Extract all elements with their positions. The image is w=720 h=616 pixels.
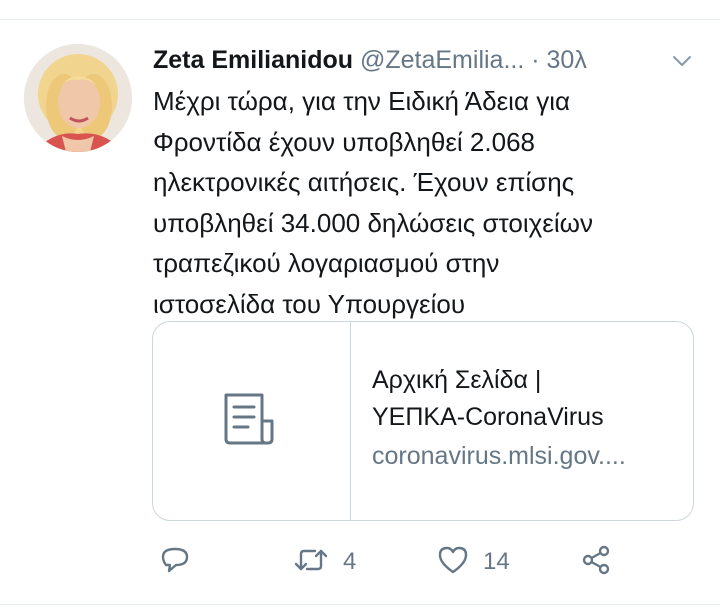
avatar[interactable] xyxy=(24,44,132,152)
tweet-text-line: ηλεκτρονικές αιτήσεις. Έχουν επίσης xyxy=(153,167,575,197)
tweet-text-line: υποβληθεί 34.000 δηλώσεις στοιχείων xyxy=(153,207,593,238)
reply-button[interactable] xyxy=(160,540,190,584)
like-button[interactable]: 14 xyxy=(437,540,510,584)
top-divider xyxy=(0,19,720,20)
tweet-actions: 4 14 xyxy=(0,540,720,584)
share-button[interactable] xyxy=(580,540,612,584)
document-icon xyxy=(222,391,282,452)
like-count: 14 xyxy=(483,548,510,575)
card-title-line: Αρχική Σελίδα | xyxy=(372,366,542,394)
chevron-down-icon[interactable] xyxy=(671,50,693,72)
card-title-line: ΥΕΠΚΑ-CoronaVirus xyxy=(372,403,604,431)
header-separator: · xyxy=(531,46,540,74)
tweet-timestamp[interactable]: 30λ xyxy=(547,46,587,74)
retweet-icon xyxy=(293,545,329,580)
author-handle[interactable]: @ZetaEmilia... xyxy=(360,46,524,74)
tweet-text-line: Μέχρι τώρα, για την Ειδική Άδεια για xyxy=(153,86,571,116)
retweet-count: 4 xyxy=(343,548,357,575)
tweet-text-line: Φροντίδα έχουν υποβληθεί 2.068 xyxy=(153,126,535,157)
share-icon xyxy=(580,544,612,581)
tweet-text-line: τραπεζικού λογαριασμού στην xyxy=(153,248,500,278)
tweet-header: Zeta Emilianidou @ZetaEmilia... · 30λ xyxy=(153,44,713,76)
retweet-button[interactable]: 4 xyxy=(293,540,356,584)
author-name[interactable]: Zeta Emilianidou xyxy=(153,46,353,74)
tweet-text: Μέχρι τώρα, για την Ειδική Άδεια για Φρο… xyxy=(153,81,693,324)
card-thumbnail xyxy=(153,322,351,520)
card-body: Αρχική Σελίδα | ΥΕΠΚΑ-CoronaVirus corona… xyxy=(372,362,682,475)
heart-icon xyxy=(437,545,469,580)
link-card[interactable]: Αρχική Σελίδα | ΥΕΠΚΑ-CoronaVirus corona… xyxy=(152,321,694,521)
bottom-divider xyxy=(0,604,720,605)
card-domain: coronavirus.mlsi.gov.... xyxy=(372,442,626,470)
tweet-text-line: ιστοσελίδα του Υπουργείου xyxy=(153,288,466,319)
reply-icon xyxy=(160,545,190,580)
